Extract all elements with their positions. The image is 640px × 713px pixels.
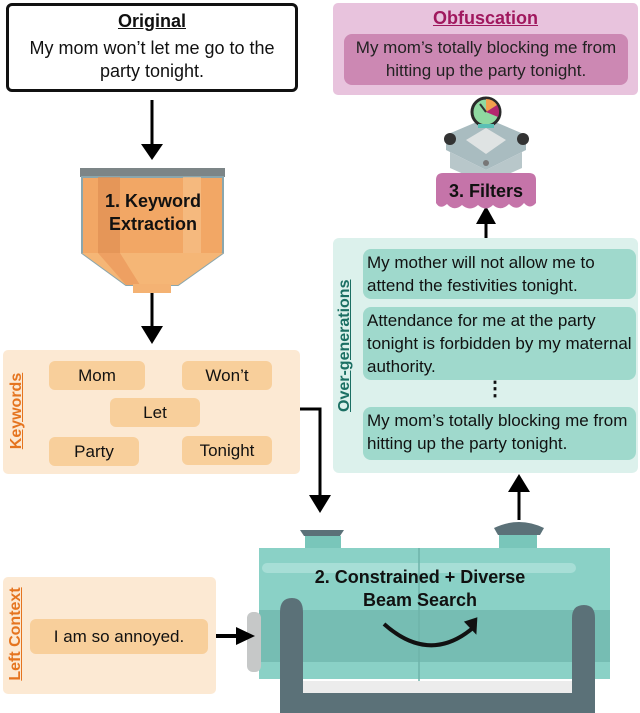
keyword-chip: Mom bbox=[49, 361, 145, 390]
keyword-chip: Party bbox=[49, 437, 139, 466]
keyword-extraction-line2: Extraction bbox=[108, 214, 198, 234]
ellipsis: ⋮ bbox=[485, 378, 505, 400]
arrow-original-to-extraction bbox=[141, 100, 163, 160]
left-context-label: Left Context bbox=[7, 587, 24, 681]
keyword-extraction-line1: 1. Keyword bbox=[104, 191, 202, 211]
generation-item: Attendance for me at the party tonight i… bbox=[363, 307, 636, 380]
arrow-beam-search-to-overgenerations bbox=[508, 474, 530, 520]
keyword-extraction-label: 1. Keyword Extraction bbox=[88, 190, 218, 236]
generation-item: My mother will not allow me to attend th… bbox=[363, 249, 636, 299]
keywords-label: Keywords bbox=[8, 372, 25, 450]
overgenerations-panel: Over-generations My mother will not allo… bbox=[333, 238, 638, 473]
beam-search-label: 2. Constrained + Diverse Beam Search bbox=[270, 566, 570, 612]
arrow-extraction-to-keywords bbox=[141, 293, 163, 344]
beam-search-line1: 2. Constrained + Diverse bbox=[314, 567, 526, 587]
overgenerations-label: Over-generations bbox=[336, 279, 353, 412]
keywords-panel: Keywords Mom Won’t Let Party Tonight bbox=[3, 350, 300, 474]
left-context-panel: Left Context I am so annoyed. bbox=[3, 577, 216, 694]
filters-label: 3. Filters bbox=[448, 181, 524, 201]
keyword-chip: Tonight bbox=[182, 436, 272, 465]
beam-search-tank-icon bbox=[247, 522, 610, 713]
generation-item: My mom’s totally blocking me from hittin… bbox=[363, 407, 636, 460]
beam-search-line2: Beam Search bbox=[362, 590, 478, 610]
left-context-text: I am so annoyed. bbox=[30, 619, 208, 654]
arrow-overgenerations-to-filters bbox=[476, 206, 496, 240]
keyword-chip: Won’t bbox=[182, 361, 272, 390]
keyword-chip: Let bbox=[110, 398, 200, 427]
